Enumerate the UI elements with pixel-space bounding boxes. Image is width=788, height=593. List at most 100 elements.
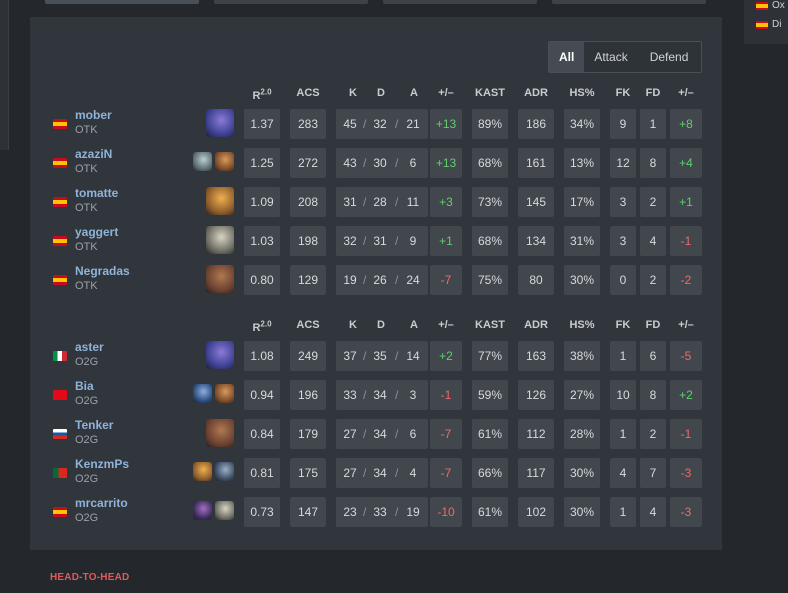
stat-kda: 33 / 34 / 3 [336,380,428,410]
kda-separator: / [363,273,367,287]
stat-kd-diff: -1 [430,380,462,410]
tab-partial-1[interactable] [45,0,199,4]
stat-kda: 31 / 28 / 11 [336,187,428,217]
player-team-tag: O2G [75,395,99,407]
right-panel-label: Di [772,19,782,30]
stat-fd: 8 [640,380,666,410]
column-header-fd: FD [645,319,661,331]
player-name-link[interactable]: KenzmPs [75,457,129,471]
stat-hs: 17% [564,187,600,217]
stat-assists: 19 [406,505,420,519]
stat-fk: 1 [610,341,636,371]
portugal-flag-icon [53,468,67,478]
stat-fk-diff: +8 [670,109,702,139]
kda-separator: / [395,427,399,441]
filter-all-button[interactable]: All [549,42,585,72]
stat-rating: 1.25 [244,148,280,178]
stat-adr: 80 [518,265,554,295]
stat-acs: 198 [290,226,326,256]
tab-partial-3[interactable] [383,0,537,4]
player-name-link[interactable]: mober [75,108,112,122]
reyna-agent-icon [193,501,212,520]
filter-attack-button[interactable]: Attack [584,42,641,72]
player-name-link[interactable]: tomatte [75,186,118,200]
player-row: Tenker O2G 0.84 179 27 / 34 / 6 -7 61% 112 28% 1 2 -1 [0,418,788,449]
stat-acs: 129 [290,265,326,295]
stat-assists: 3 [409,388,417,402]
stat-kast: 66% [472,458,508,488]
stat-assists: 4 [409,466,417,480]
right-panel-row[interactable]: Di [756,19,781,30]
stat-fk: 9 [610,109,636,139]
player-name-link[interactable]: Negradas [75,264,130,278]
stat-fk-diff: +2 [670,380,702,410]
filter-defend-button[interactable]: Defend [642,42,702,72]
stat-kills: 33 [343,388,357,402]
stat-kast: 59% [472,380,508,410]
kda-separator: / [395,273,399,287]
stat-kda: 45 / 32 / 21 [336,109,428,139]
stat-kda: 27 / 34 / 4 [336,458,428,488]
column-header-fd: FD [645,87,661,99]
stat-rating: 1.08 [244,341,280,371]
rating-header-version: 2.0 [260,319,272,328]
player-name-link[interactable]: Tenker [75,418,113,432]
stat-assists: 21 [406,117,420,131]
stat-acs: 283 [290,109,326,139]
stat-fd: 7 [640,458,666,488]
player-row: mober OTK 1.37 283 45 / 32 / 21 +13 89% 186 34% 9 1 +8 [0,108,788,139]
tab-partial-2[interactable] [214,0,368,4]
stat-fk-diff: +1 [670,187,702,217]
stat-acs: 175 [290,458,326,488]
stat-kast: 61% [472,419,508,449]
column-header-a: A [410,87,418,99]
column-header-fk: FK [615,319,631,331]
player-row: yaggert OTK 1.03 198 32 / 31 / 9 +1 68% 134 31% 3 4 -1 [0,225,788,256]
stat-assists: 24 [406,273,420,287]
player-team-tag: O2G [75,473,99,485]
player-name-link[interactable]: yaggert [75,225,118,239]
stat-acs: 147 [290,497,326,527]
kda-separator: / [395,156,399,170]
stat-rating: 1.09 [244,187,280,217]
column-header-fk-diff: +/– [678,319,694,331]
stat-fd: 2 [640,419,666,449]
rating-header-version: 2.0 [260,87,272,96]
spain-flag-icon [53,119,67,129]
column-header-kd-diff: +/– [438,319,454,331]
brimstone-agent-icon [206,419,234,447]
stat-kills: 45 [343,117,357,131]
column-header-fk-diff: +/– [678,87,694,99]
tab-partial-4[interactable] [552,0,706,4]
player-row: aster O2G 1.08 249 37 / 35 / 14 +2 77% 163 38% 1 6 -5 [0,340,788,371]
player-name-link[interactable]: aster [75,340,104,354]
right-panel-label: Ox [772,0,785,11]
stat-kast: 73% [472,187,508,217]
kda-separator: / [395,117,399,131]
stat-kda: 32 / 31 / 9 [336,226,428,256]
column-header-hs: HS% [569,87,595,99]
right-panel-row[interactable]: Ox [756,0,785,11]
column-header-rating: R2.0 [244,87,280,102]
player-name-link[interactable]: mrcarrito [75,496,128,510]
stat-fk-diff: -1 [670,226,702,256]
player-name-link[interactable]: azaziN [75,147,112,161]
kda-separator: / [395,349,399,363]
column-header-k: K [349,87,357,99]
sova-agent-icon [215,462,234,481]
brimstone-agent-icon [206,265,234,293]
stat-kd-diff: -7 [430,458,462,488]
player-name-link[interactable]: Bia [75,379,94,393]
kda-separator: / [395,388,399,402]
head-to-head-link[interactable]: HEAD-TO-HEAD [50,572,129,583]
stat-rating: 0.80 [244,265,280,295]
stat-fk: 4 [610,458,636,488]
stat-hs: 30% [564,458,600,488]
stat-hs: 31% [564,226,600,256]
column-header-a: A [410,319,418,331]
stat-kills: 43 [343,156,357,170]
stat-adr: 134 [518,226,554,256]
player-team-tag: OTK [75,241,98,253]
kda-separator: / [363,466,367,480]
stat-kd-diff: +13 [430,148,462,178]
